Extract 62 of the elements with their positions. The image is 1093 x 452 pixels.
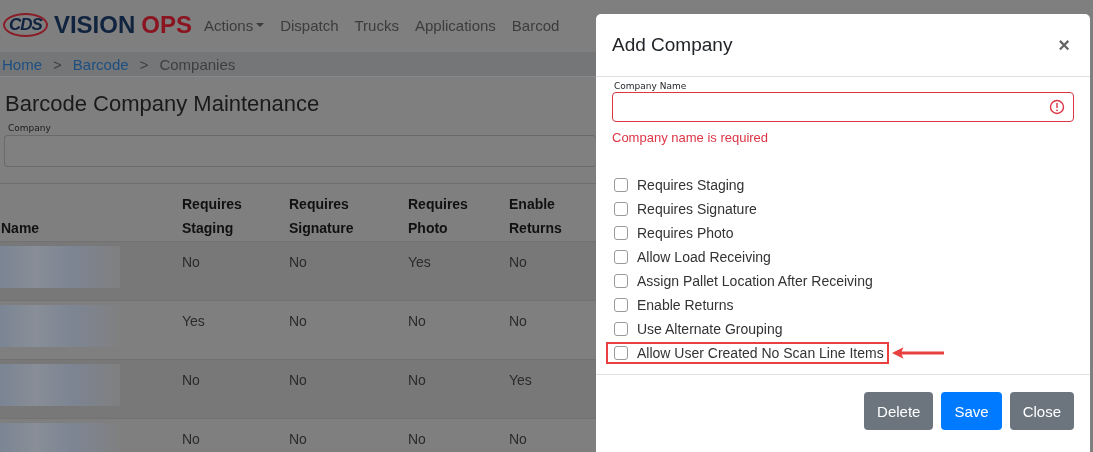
checkbox[interactable] [614,298,628,312]
checkbox-label[interactable]: Requires Signature [637,201,757,217]
checkbox[interactable] [614,322,628,336]
breadcrumb-separator: > [53,55,62,73]
table-cell-text: No [182,430,201,449]
table-cell-text: Yes [509,371,533,390]
table-cell-text: Yes [408,253,432,272]
error-message: Company name is required [612,130,770,145]
table-cell-text: No [408,371,427,390]
table-cell-text: No [289,371,308,390]
table-cell-text: No [182,371,201,390]
table-cell-text: No [289,253,308,272]
column-header: Requires Signature [289,195,355,238]
company-input[interactable] [4,135,596,167]
table-cell-text: No [182,253,201,272]
company-name-input[interactable] [612,92,1074,122]
dialog-button[interactable]: Save [941,392,1002,430]
table-cell-text: No [509,430,528,449]
table-cell-text: No [509,253,528,272]
checkbox-label[interactable]: Assign Pallet Location After Receiving [637,273,873,289]
checkbox[interactable] [614,346,628,360]
column-header: Requires Staging [182,195,243,238]
caret-icon [256,23,265,27]
nav-link[interactable]: Actions [203,16,265,34]
nav-link[interactable]: Barcod [511,16,560,34]
checkbox-label[interactable]: Use Alternate Grouping [637,321,783,337]
modal-title: Add Company [612,34,733,56]
nav-link[interactable]: Applications [414,16,496,34]
checkbox-label[interactable]: Allow User Created No Scan Line Items [637,345,884,361]
brand-name: VISION [53,11,136,39]
table-cell-text: No [289,312,308,331]
field-label: Company Name [614,81,688,91]
dialog-button[interactable]: Delete [864,392,934,430]
checkbox-label[interactable]: Requires Staging [637,177,745,193]
checkbox-label[interactable]: Enable Returns [637,297,734,313]
checkbox[interactable] [614,178,628,192]
breadcrumb-current: Companies [159,55,236,73]
dialog-button[interactable]: Close [1009,392,1074,430]
close-button[interactable]: × [1054,33,1074,57]
breadcrumb-separator: > [139,55,149,73]
checkbox-label[interactable]: Requires Photo [637,225,734,241]
checkbox-label[interactable]: Allow Load Receiving [637,249,771,265]
nav-link[interactable]: Trucks [354,16,399,34]
checkbox[interactable] [614,250,628,264]
checkbox[interactable] [614,202,628,216]
brand-name: OPS [141,11,192,39]
table-cell-text: No [408,312,427,331]
table-cell-text: Yes [182,312,206,331]
table-cell-text: No [289,430,308,449]
table-cell-text: No [509,312,528,331]
column-header: Requires Photo [408,195,469,238]
error-icon [1049,99,1065,115]
nav-link[interactable]: Dispatch [280,16,339,34]
column-header: Enable Returns [509,195,563,238]
table-cell-text: No [408,430,427,449]
page-title: Barcode Company Maintenance [5,91,321,117]
arrow-icon [890,346,945,360]
checkbox[interactable] [614,226,628,240]
logo-mark[interactable]: CDS [3,13,48,37]
checkbox[interactable] [614,274,628,288]
column-header: Name [0,219,41,238]
field-label: Company [8,123,52,133]
